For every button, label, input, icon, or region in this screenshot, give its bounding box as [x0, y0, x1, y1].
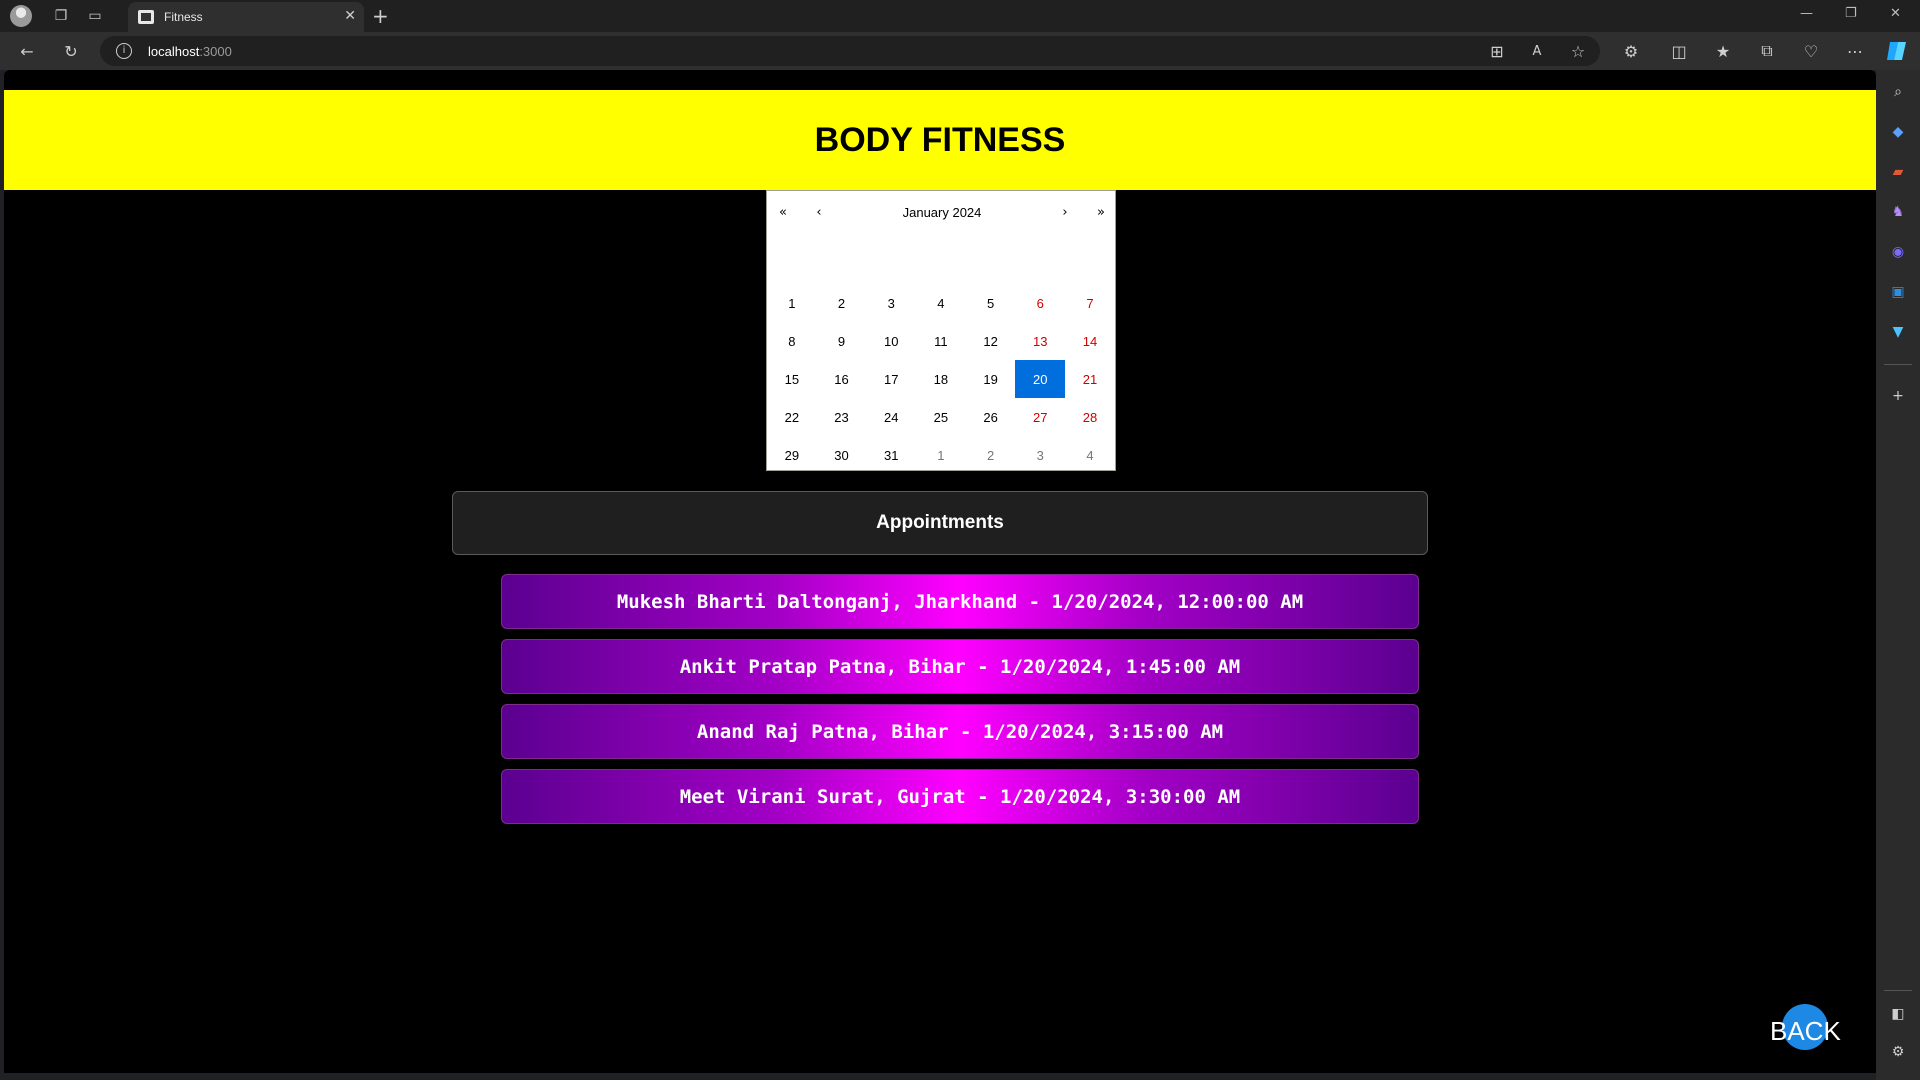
profile-avatar[interactable]	[10, 5, 32, 27]
calendar-day[interactable]: 7	[1065, 284, 1115, 322]
favorites-icon[interactable]: ★	[1712, 40, 1734, 62]
refresh-icon[interactable]: ↻	[60, 40, 82, 62]
tab-favicon-icon	[138, 10, 154, 24]
browser-tab[interactable]: Fitness ✕	[128, 2, 364, 32]
calendar-day[interactable]: 17	[866, 360, 916, 398]
appointments-panel: Appointments	[452, 491, 1428, 555]
copilot-icon[interactable]	[1876, 36, 1916, 66]
calendar-day[interactable]: 22	[767, 398, 817, 436]
back-button[interactable]	[1782, 1004, 1828, 1050]
calendar-day[interactable]: 4	[1065, 436, 1115, 474]
calendar-day[interactable]: 23	[817, 398, 867, 436]
sidebar-settings-icon[interactable]: ⚙	[1888, 1042, 1908, 1062]
restore-icon[interactable]: ❐	[1845, 6, 1857, 21]
app-available-icon[interactable]: ⊞	[1486, 40, 1508, 62]
calendar-day[interactable]: 1	[916, 436, 966, 474]
calendar-day[interactable]: 13	[1015, 322, 1065, 360]
calendar-day[interactable]: 18	[916, 360, 966, 398]
games-icon[interactable]: ♞	[1888, 202, 1908, 222]
browser-essentials-icon[interactable]: ♡	[1800, 40, 1822, 62]
appointment-item[interactable]: Anand Raj Patna, Bihar - 1/20/2024, 3:15…	[501, 704, 1419, 759]
calendar-day[interactable]: 27	[1015, 398, 1065, 436]
tab-close-icon[interactable]: ✕	[344, 8, 356, 24]
appointments-list: Mukesh Bharti Daltonganj, Jharkhand - 1/…	[501, 574, 1419, 834]
extensions-icon[interactable]: ⚙	[1620, 40, 1642, 62]
tab-actions-icon[interactable]: ▭	[84, 5, 106, 27]
sidebar-divider	[1884, 990, 1912, 991]
shopping-tag-icon[interactable]: ◆	[1888, 122, 1908, 142]
favorite-star-icon[interactable]: ☆	[1567, 40, 1589, 62]
browser-tab-bar: ❐ ▭ Fitness ✕ + — ❐ ✕	[0, 0, 1920, 32]
appointment-item[interactable]: Meet Virani Surat, Gujrat - 1/20/2024, 3…	[501, 769, 1419, 824]
calendar-month-label[interactable]: January 2024	[827, 201, 1057, 225]
calendar: « ‹ January 2024 › » 1 2 3 4 5 6 7 8 9 10 11 12 13 14…	[766, 190, 1116, 471]
calendar-day[interactable]: 28	[1065, 398, 1115, 436]
appointment-item[interactable]: Mukesh Bharti Daltonganj, Jharkhand - 1/…	[501, 574, 1419, 629]
calendar-day[interactable]: 1	[767, 284, 817, 322]
calendar-day[interactable]: 19	[966, 360, 1016, 398]
calendar-day[interactable]: 30	[817, 436, 867, 474]
back-arrow-icon[interactable]: ←	[16, 40, 38, 62]
calendar-next-month-button[interactable]: ›	[1051, 201, 1079, 225]
page-title: BODY FITNESS	[814, 120, 1066, 159]
calendar-day[interactable]: 24	[866, 398, 916, 436]
calendar-day[interactable]: 10	[866, 322, 916, 360]
calendar-day[interactable]: 6	[1015, 284, 1065, 322]
new-tab-icon[interactable]: +	[372, 4, 389, 28]
calendar-day[interactable]: 5	[966, 284, 1016, 322]
search-icon[interactable]: ⌕	[1888, 82, 1908, 102]
address-url: localhost:3000	[148, 44, 232, 59]
calendar-day[interactable]: 12	[966, 322, 1016, 360]
tools-icon[interactable]: ▰	[1888, 162, 1908, 182]
microsoft-365-icon[interactable]: ◉	[1888, 242, 1908, 262]
read-aloud-icon[interactable]: A	[1526, 40, 1548, 62]
sidebar-divider	[1884, 364, 1912, 365]
appointment-item[interactable]: Ankit Pratap Patna, Bihar - 1/20/2024, 1…	[501, 639, 1419, 694]
edge-sidebar: ⌕ ◆ ▰ ♞ ◉ ▣ ▼ + ◧ ⚙	[1876, 70, 1920, 1080]
browser-toolbar: ← ↻ i localhost:3000 ⊞ A ☆ ⚙ ◫ ★ ⧉ ♡ ⋯	[0, 32, 1920, 70]
calendar-day[interactable]: 25	[916, 398, 966, 436]
calendar-day[interactable]: 14	[1065, 322, 1115, 360]
collections-icon[interactable]: ⧉	[1756, 40, 1778, 62]
outlook-icon[interactable]: ▣	[1888, 282, 1908, 302]
calendar-day[interactable]: 31	[866, 436, 916, 474]
calendar-next-year-button[interactable]: »	[1087, 201, 1115, 225]
more-options-icon[interactable]: ⋯	[1844, 40, 1866, 62]
calendar-day[interactable]: 2	[966, 436, 1016, 474]
split-screen-icon[interactable]: ◫	[1668, 40, 1690, 62]
calendar-day[interactable]: 9	[817, 322, 867, 360]
workspaces-icon[interactable]: ❐	[50, 5, 72, 27]
address-bar[interactable]: i localhost:3000	[100, 36, 1600, 66]
calendar-day[interactable]: 16	[817, 360, 867, 398]
calendar-day[interactable]: 3	[1015, 436, 1065, 474]
calendar-day[interactable]: 11	[916, 322, 966, 360]
add-sidebar-app-icon[interactable]: +	[1888, 386, 1908, 406]
calendar-day[interactable]: 20	[1015, 360, 1066, 398]
calendar-day[interactable]: 21	[1065, 360, 1115, 398]
page-viewport: BODY FITNESS « ‹ January 2024 › » 123456…	[4, 70, 1876, 1073]
tab-title: Fitness	[164, 10, 203, 24]
calendar-day[interactable]: 26	[966, 398, 1016, 436]
minimize-icon[interactable]: —	[1800, 6, 1813, 21]
calendar-prev-year-button[interactable]: «	[769, 201, 797, 225]
drop-icon[interactable]: ▼	[1888, 322, 1908, 342]
close-window-icon[interactable]: ✕	[1890, 6, 1901, 21]
calendar-days-grid: 1 2 3 4 5 6 7 8 9 10 11 12 13 14 15 16 17 18 19 20 21 22 23 24 2…	[767, 284, 1115, 474]
calendar-day[interactable]: 15	[767, 360, 817, 398]
calendar-day[interactable]: 29	[767, 436, 817, 474]
calendar-day[interactable]: 4	[916, 284, 966, 322]
appointments-heading: Appointments	[876, 512, 1004, 533]
calendar-day[interactable]: 8	[767, 322, 817, 360]
page-header: BODY FITNESS	[4, 90, 1876, 190]
site-info-icon[interactable]: i	[116, 43, 132, 59]
hide-sidebar-icon[interactable]: ◧	[1888, 1004, 1908, 1024]
calendar-day[interactable]: 2	[817, 284, 867, 322]
calendar-day[interactable]: 3	[866, 284, 916, 322]
